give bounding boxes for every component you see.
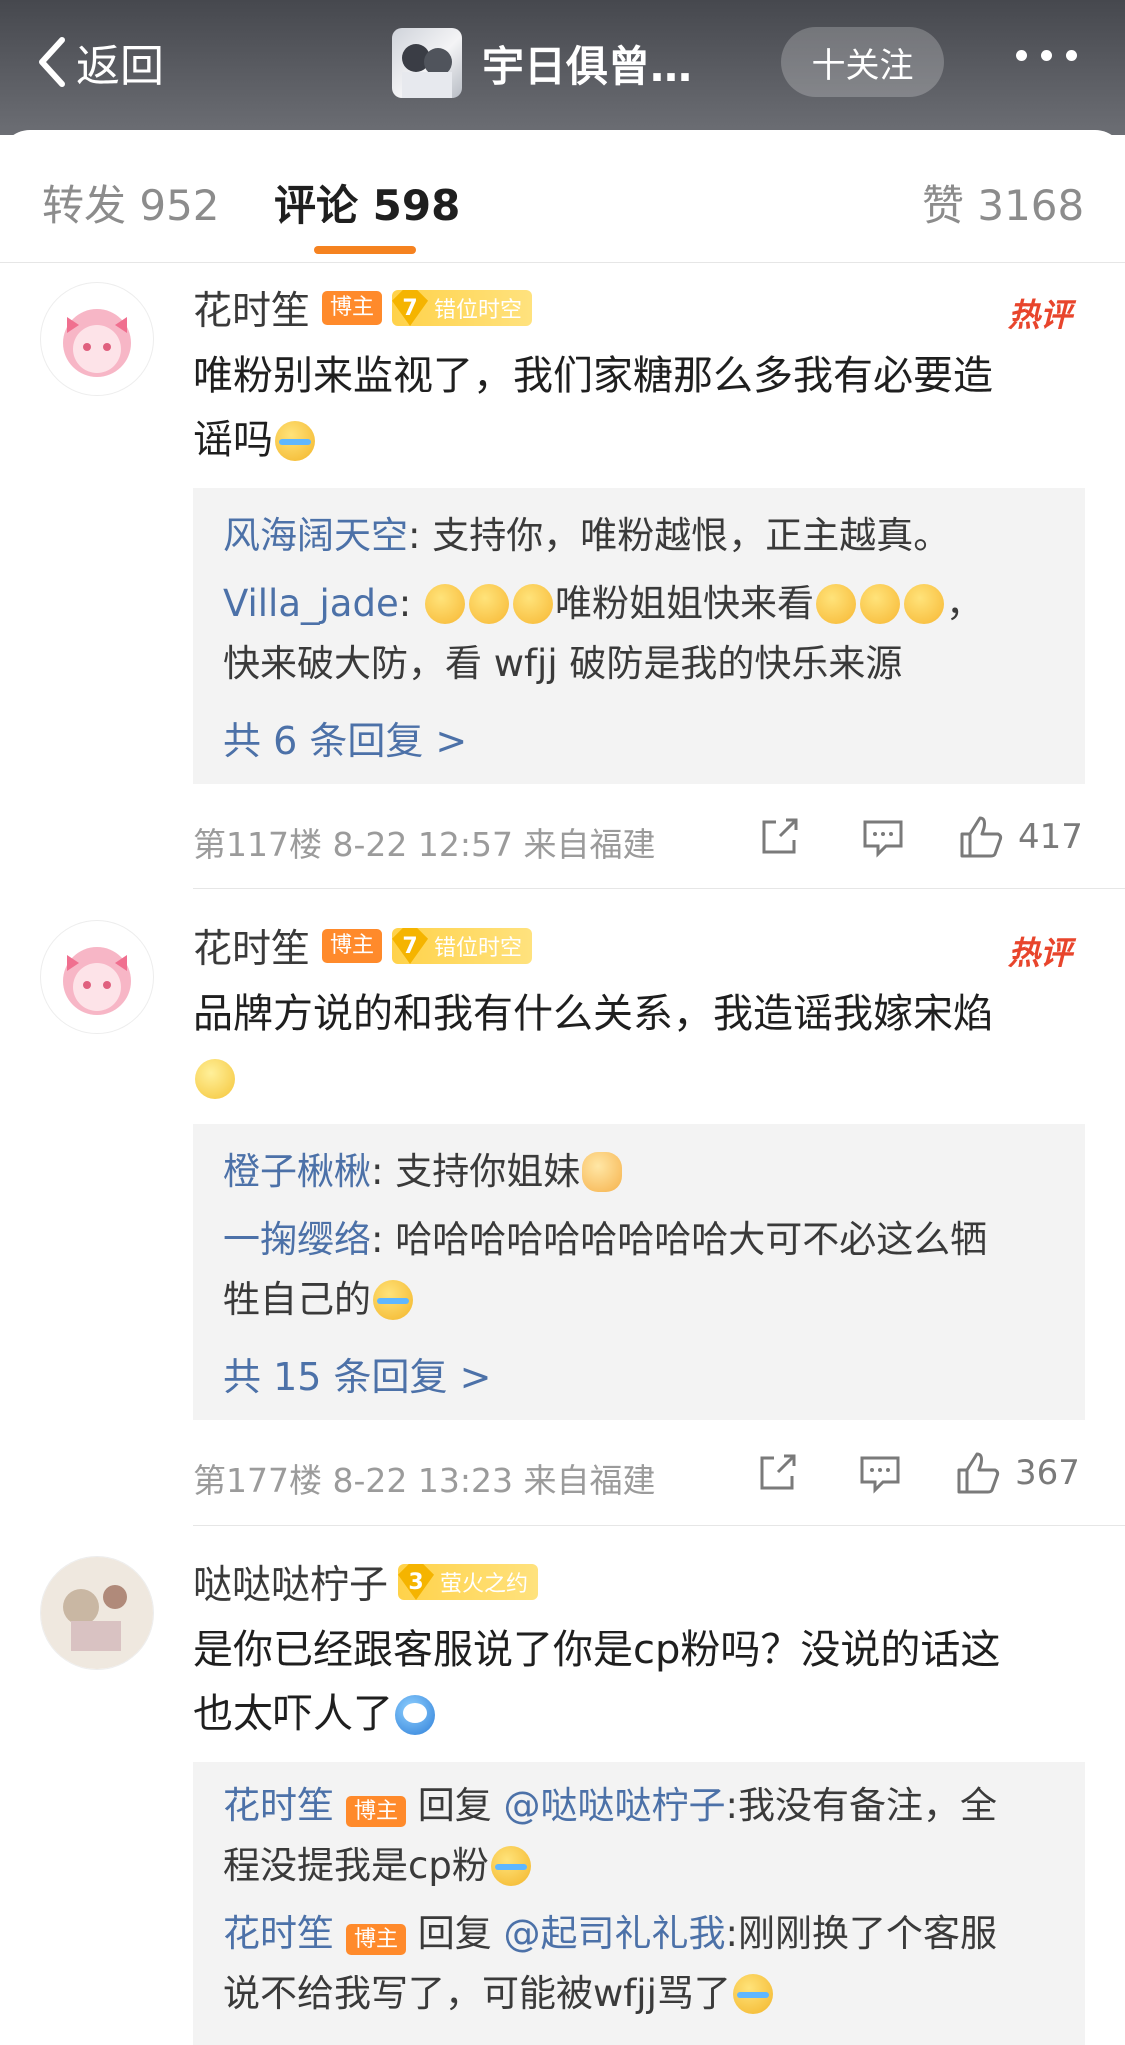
cat-emoji-icon — [582, 1152, 623, 1192]
reply-box[interactable]: 橙子楸楸: 支持你姐妹 一掬缨络: 哈哈哈哈哈哈哈哈哈大可不必这么牺 牲自己的 共… — [193, 1124, 1085, 1420]
more-menu-button[interactable] — [1016, 50, 1077, 61]
doraemon-emoji-icon — [395, 1695, 435, 1735]
author-badge: 博主 — [346, 1924, 407, 1955]
crying-emoji-icon — [490, 1846, 531, 1886]
share-button[interactable] — [756, 814, 802, 860]
divider — [193, 888, 1125, 889]
kiss-emoji-icon — [903, 584, 944, 624]
back-label: 返回 — [76, 41, 164, 92]
reply-item[interactable]: 一掬缨络: 哈哈哈哈哈哈哈哈哈大可不必这么牺 牲自己的 — [223, 1210, 1063, 1330]
username[interactable]: 花时笙 — [193, 280, 310, 336]
username[interactable]: 花时笙 — [193, 918, 310, 974]
post-title[interactable]: 宇日俱曾… — [392, 28, 692, 98]
reply-item[interactable]: 花时笙 博主 回复 @哒哒哒柠子:我没有备注，全 程没提我是cp粉 — [223, 1776, 1063, 1896]
reply-username[interactable]: 风海阔天空 — [223, 514, 408, 557]
comment-text-line — [193, 1046, 1073, 1110]
laugh-cry-emoji-icon — [373, 1280, 413, 1320]
avatar[interactable] — [40, 920, 154, 1034]
comment-meta: 第117楼 8-22 12:57 来自福建 — [193, 825, 656, 864]
fan-level: 3 — [398, 1564, 435, 1600]
fan-badge[interactable]: 3 萤火之约 — [398, 1564, 539, 1600]
fan-name: 错位时空 — [434, 298, 523, 323]
comment-text: 是你已经跟客服说了你是cp粉吗？没说的话这 也太吓人了 — [193, 1618, 1073, 1746]
reply-item[interactable]: 橙子楸楸: 支持你姐妹 — [223, 1142, 1063, 1202]
view-more-replies[interactable]: 共 15 条回复 > — [223, 1346, 491, 1401]
smile-emoji-icon — [195, 1059, 235, 1099]
author-badge: 博主 — [346, 1796, 407, 1827]
reply-item[interactable]: 风海阔天空: 支持你，唯粉越恨，正主越真。 — [223, 506, 1063, 566]
fan-level: 7 — [392, 928, 429, 964]
tab-likes[interactable]: 赞 3168 — [922, 172, 1084, 233]
reply-box[interactable]: 风海阔天空: 支持你，唯粉越恨，正主越真。 Villa_jade: 唯粉姐姐快来… — [193, 488, 1085, 784]
fan-name: 错位时空 — [434, 936, 523, 961]
username[interactable]: 哒哒哒柠子 — [193, 1554, 388, 1610]
back-button[interactable]: 返回 — [34, 30, 164, 94]
share-icon — [762, 818, 798, 854]
fan-badge[interactable]: 7 错位时空 — [392, 928, 533, 964]
comment-header: 花时笙 博主 7 错位时空 — [193, 918, 533, 974]
kiss-emoji-icon — [815, 584, 856, 624]
reply-username[interactable]: 一掬缨络 — [223, 1218, 371, 1261]
reply-box[interactable]: 花时笙 博主 回复 @哒哒哒柠子:我没有备注，全 程没提我是cp粉 花时笙 博主 回复… — [193, 1762, 1085, 2045]
mention-link[interactable]: @哒哒哒柠子 — [504, 1784, 726, 1827]
comment-icon — [863, 820, 903, 858]
reply-username[interactable]: 花时笙 — [223, 1784, 334, 1827]
comment-icon — [860, 1456, 900, 1494]
hot-comment-tag: 热评 — [1008, 934, 1073, 972]
follow-button[interactable]: 十关注 — [781, 27, 944, 97]
comment-text-line: 也太吓人了 — [193, 1682, 1073, 1746]
comment-text: 唯粉别来监视了，我们家糖那么多我有必要造 谣吗 — [193, 344, 1073, 472]
share-button[interactable] — [754, 1450, 800, 1496]
fan-level: 7 — [392, 290, 429, 326]
avatar[interactable] — [40, 282, 154, 396]
tab-reposts[interactable]: 转发 952 — [42, 172, 220, 233]
tab-bar: 转发 952 评论 598 赞 3168 — [0, 130, 1125, 263]
kiss-emoji-icon — [512, 584, 553, 624]
kiss-emoji-icon — [424, 584, 465, 624]
reply-username[interactable]: Villa_jade — [223, 582, 399, 625]
comment-text: 品牌方说的和我有什么关系，我造谣我嫁宋焰 — [193, 982, 1073, 1110]
tab-comments[interactable]: 评论 598 — [274, 172, 460, 233]
kiss-emoji-icon — [468, 584, 509, 624]
like-count: 367 — [1015, 1453, 1080, 1493]
chevron-left-icon — [39, 37, 65, 87]
reply-button[interactable] — [860, 814, 906, 860]
comment-text-line: 唯粉别来监视了，我们家糖那么多我有必要造 — [193, 353, 993, 399]
comment-header: 哒哒哒柠子 3 萤火之约 — [193, 1554, 539, 1610]
comment-header: 花时笙 博主 7 错位时空 — [193, 280, 533, 336]
reply-item[interactable]: Villa_jade: 唯粉姐姐快来看，快来破大防，看 wfjj 破防是我的快乐… — [223, 574, 1063, 694]
comment-meta: 第177楼 8-22 13:23 来自福建 — [193, 1461, 656, 1500]
avatar[interactable] — [40, 1556, 154, 1670]
fan-badge[interactable]: 7 错位时空 — [392, 290, 533, 326]
title-text: 宇日俱曾… — [482, 41, 693, 91]
divider — [193, 1525, 1125, 1526]
kiss-emoji-icon — [859, 584, 900, 624]
reply-item[interactable]: 花时笙 博主 回复 @起司礼礼我:刚刚换了个客服 说不给我写了，可能被wfjj骂了 — [223, 1904, 1063, 2024]
like-count: 417 — [1018, 817, 1083, 857]
reply-username[interactable]: 橙子楸楸 — [223, 1150, 371, 1193]
author-badge: 博主 — [322, 929, 383, 963]
comment-text-line: 品牌方说的和我有什么关系，我造谣我嫁宋焰 — [193, 991, 993, 1037]
share-icon — [760, 1454, 796, 1490]
crying-emoji-icon — [275, 421, 315, 461]
hot-comment-tag: 热评 — [1008, 296, 1073, 334]
comment-text-line: 谣吗 — [193, 408, 1073, 472]
comment-text-line: 是你已经跟客服说了你是cp粉吗？没说的话这 — [193, 1627, 1001, 1673]
mention-link[interactable]: @起司礼礼我 — [504, 1912, 726, 1955]
top-bar: 返回 宇日俱曾… 十关注 — [0, 0, 1125, 135]
author-avatar — [392, 28, 462, 98]
author-badge: 博主 — [322, 291, 383, 325]
active-tab-indicator — [314, 246, 416, 254]
view-more-replies[interactable]: 共 6 条回复 > — [223, 710, 467, 765]
like-button[interactable]: 417 — [958, 814, 1083, 860]
thumbs-up-icon — [957, 1452, 1000, 1494]
reply-button[interactable] — [857, 1450, 903, 1496]
like-button[interactable]: 367 — [955, 1450, 1080, 1496]
crying-emoji-icon — [732, 1974, 773, 2014]
fan-name: 萤火之约 — [440, 1572, 529, 1597]
thumbs-up-icon — [960, 816, 1003, 858]
reply-username[interactable]: 花时笙 — [223, 1912, 334, 1955]
